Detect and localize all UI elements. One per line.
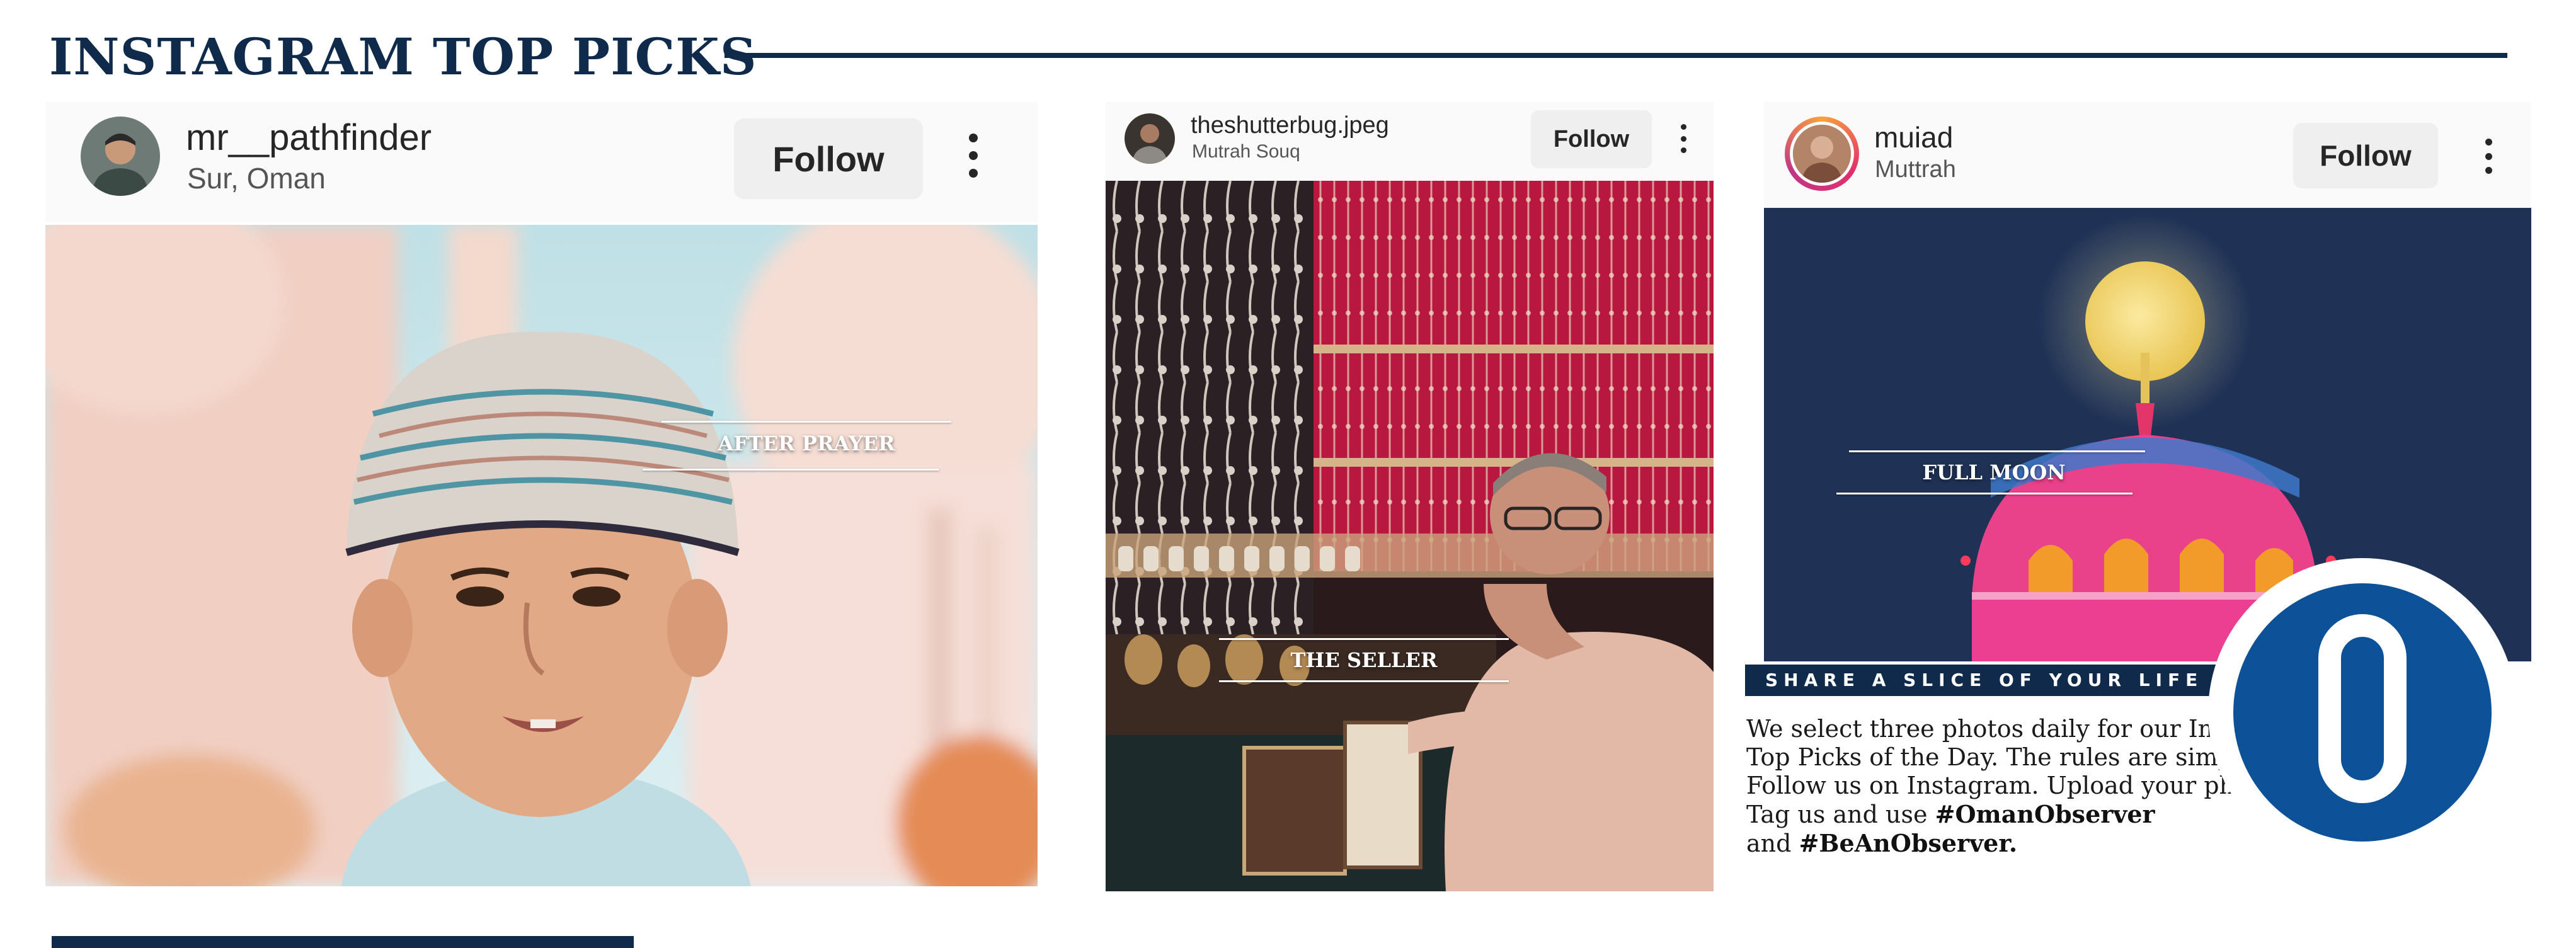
man-portrait-icon (1793, 125, 1851, 183)
location[interactable]: Mutrah Souq (1192, 140, 1300, 164)
caption-divider (1219, 638, 1509, 640)
follow-button[interactable]: Follow (734, 118, 923, 199)
page-title: INSTAGRAM TOP PICKS (49, 27, 757, 86)
caption-divider (643, 469, 939, 471)
caption-divider (1849, 450, 2145, 452)
post-photo[interactable] (1106, 181, 1714, 891)
bottom-accent-bar (52, 936, 634, 948)
follow-button[interactable]: Follow (2293, 123, 2438, 188)
username[interactable]: theshutterbug.jpeg (1191, 111, 1389, 140)
avatar[interactable] (1790, 122, 1854, 186)
photo-caption: AFTER PRAYER (718, 431, 895, 455)
caption-divider (661, 421, 951, 423)
more-options-icon[interactable] (1678, 124, 1688, 153)
follow-button[interactable]: Follow (1531, 110, 1652, 168)
promo-and: and (1746, 830, 1792, 857)
photo-caption: THE SELLER (1290, 648, 1438, 672)
photo-caption: FULL MOON (1922, 460, 2066, 484)
logo-letter-o (2318, 614, 2407, 803)
share-banner: SHARE A SLICE OF YOUR LIFE (1745, 665, 2219, 696)
more-options-icon[interactable] (966, 134, 981, 178)
banner-text: SHARE A SLICE OF YOUR LIFE (1765, 670, 2204, 690)
caption-divider (1836, 493, 2132, 494)
avatar[interactable] (1125, 113, 1175, 164)
location[interactable]: Muttrah (1875, 155, 1956, 184)
avatar[interactable] (81, 117, 160, 196)
post-photo[interactable] (45, 225, 1038, 886)
username[interactable]: mr__pathfinder (186, 115, 432, 161)
man-portrait-icon (1125, 113, 1175, 164)
username[interactable]: muiad (1874, 120, 1953, 155)
hashtag-be-an-observer: #BeAnObserver. (1799, 829, 2018, 857)
caption-divider (1219, 680, 1509, 682)
location[interactable]: Sur, Oman (187, 161, 326, 196)
man-portrait-icon (81, 117, 160, 196)
more-options-icon[interactable] (2482, 139, 2495, 174)
hashtag-oman-observer: #OmanObserver (1935, 800, 2155, 828)
title-rule (724, 53, 2507, 58)
